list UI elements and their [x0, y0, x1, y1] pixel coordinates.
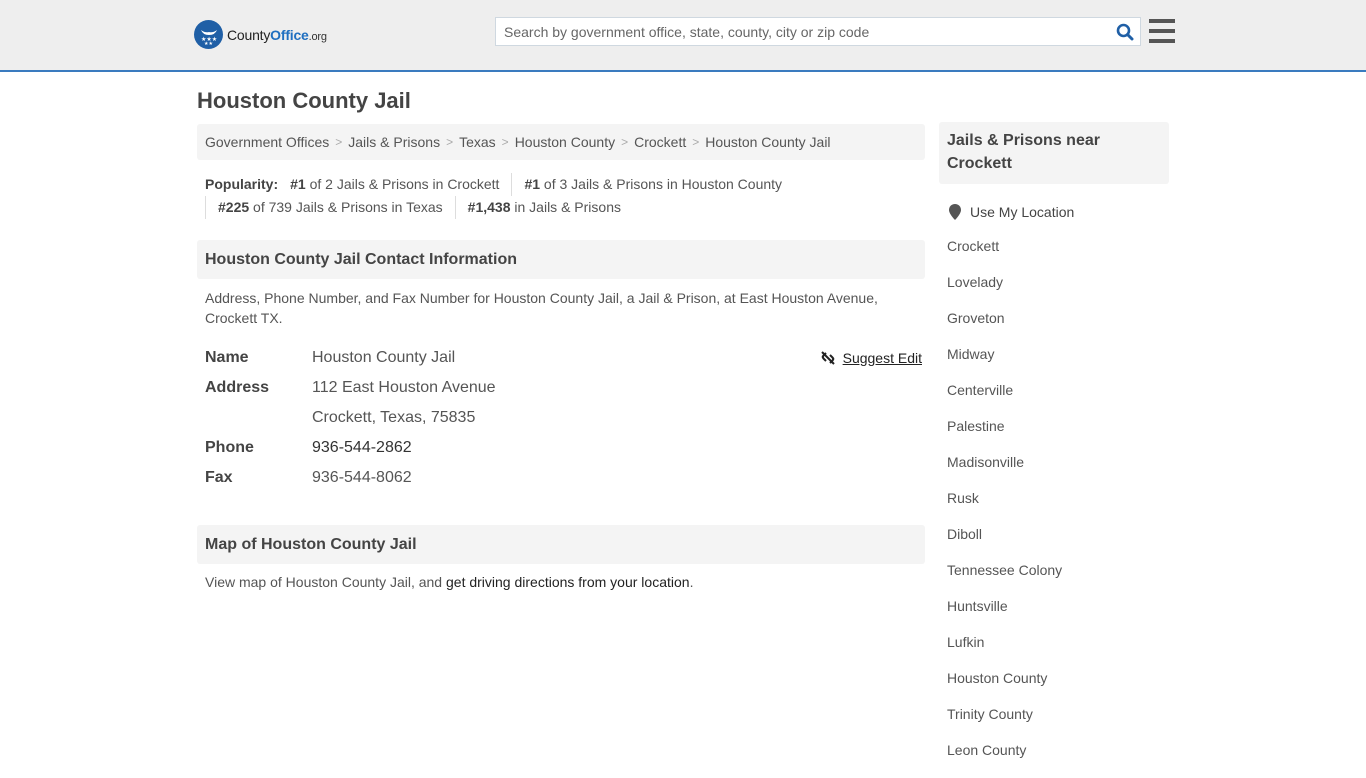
breadcrumb-crockett[interactable]: Crockett [634, 134, 686, 150]
popularity-label: Popularity: [205, 176, 279, 192]
phone-label: Phone [205, 439, 254, 456]
contact-heading: Houston County Jail Contact Information [197, 240, 925, 279]
search-button[interactable] [1110, 18, 1140, 45]
eagle-icon: ★★★ ★★ [194, 20, 223, 49]
nearby-item: Tennessee Colony [947, 562, 1169, 598]
nearby-item: Palestine [947, 418, 1169, 454]
main-content: Government Offices > Jails & Prisons > T… [197, 124, 925, 590]
breadcrumb-separator-icon: > [501, 135, 509, 149]
address-label: Address [205, 379, 270, 396]
address-line2: Crockett, Texas, 75835 [312, 409, 476, 426]
nearby-item: Leon County [947, 742, 1169, 778]
svg-text:★★: ★★ [204, 41, 213, 46]
nearby-link-groveton[interactable]: Groveton [947, 310, 1005, 326]
nearby-link-madisonville[interactable]: Madisonville [947, 454, 1024, 470]
nearby-item: Diboll [947, 526, 1169, 562]
contact-description: Address, Phone Number, and Fax Number fo… [205, 290, 878, 326]
nearby-item: Lufkin [947, 634, 1169, 670]
map-heading: Map of Houston County Jail [197, 525, 925, 564]
nearby-link-leon-county[interactable]: Leon County [947, 742, 1026, 758]
nearby-link-rusk[interactable]: Rusk [947, 490, 979, 506]
hamburger-menu-icon[interactable] [1149, 19, 1175, 43]
sidebar-heading: Jails & Prisons near Crockett [939, 122, 1169, 184]
address-line1: 112 East Houston Avenue [312, 379, 496, 396]
logo-text: CountyOffice.org [227, 26, 327, 43]
nearby-link-crockett[interactable]: Crockett [947, 238, 999, 254]
phone-link[interactable]: 936-544-2862 [312, 439, 412, 456]
popularity: Popularity: #1 of 2 Jails & Prisons in C… [197, 173, 925, 219]
broken-link-icon [820, 351, 835, 365]
info-row-fax: Fax 936-544-8062 [205, 463, 925, 493]
suggest-edit-label: Suggest Edit [842, 350, 922, 366]
suggest-edit-link[interactable]: Suggest Edit [820, 343, 922, 373]
nearby-link-centerville[interactable]: Centerville [947, 382, 1013, 398]
breadcrumb-separator-icon: > [621, 135, 629, 149]
info-row-address-2: Crockett, Texas, 75835 [205, 403, 925, 433]
map-pin-icon [949, 204, 961, 220]
breadcrumb-separator-icon: > [335, 135, 343, 149]
popularity-item: #1 of 3 Jails & Prisons in Houston Count… [511, 173, 794, 196]
info-row-address: Address 112 East Houston Avenue [205, 373, 925, 403]
nearby-item: Midway [947, 346, 1169, 382]
sidebar: Jails & Prisons near Crockett Use My Loc… [939, 122, 1169, 778]
name-label: Name [205, 349, 249, 366]
nearby-link-diboll[interactable]: Diboll [947, 526, 982, 542]
contact-info: Suggest Edit Name Houston County Jail Ad… [197, 343, 925, 493]
breadcrumb-jails-prisons[interactable]: Jails & Prisons [348, 134, 440, 150]
nearby-item: Rusk [947, 490, 1169, 526]
nearby-link-tennessee-colony[interactable]: Tennessee Colony [947, 562, 1062, 578]
nearby-link-midway[interactable]: Midway [947, 346, 994, 362]
nearby-item: Centerville [947, 382, 1169, 418]
site-logo[interactable]: ★★★ ★★ CountyOffice.org [194, 20, 327, 49]
fax-value: 936-544-8062 [312, 469, 412, 486]
nearby-item: Huntsville [947, 598, 1169, 634]
name-value: Houston County Jail [312, 349, 456, 366]
driving-directions-link[interactable]: get driving directions from your locatio… [446, 574, 690, 590]
nearby-list: Crockett Lovelady Groveton Midway Center… [939, 238, 1169, 778]
nearby-item: Lovelady [947, 274, 1169, 310]
breadcrumb-current: Houston County Jail [705, 134, 831, 150]
breadcrumb: Government Offices > Jails & Prisons > T… [197, 124, 925, 160]
nearby-link-huntsville[interactable]: Huntsville [947, 598, 1008, 614]
use-my-location-link[interactable]: Use My Location [970, 204, 1074, 220]
breadcrumb-separator-icon: > [446, 135, 454, 149]
fax-label: Fax [205, 469, 233, 486]
nearby-link-houston-county[interactable]: Houston County [947, 670, 1047, 686]
nearby-item: Groveton [947, 310, 1169, 346]
popularity-item: #225 of 739 Jails & Prisons in Texas [205, 196, 455, 219]
nearby-item: Houston County [947, 670, 1169, 706]
breadcrumb-separator-icon: > [692, 135, 700, 149]
breadcrumb-government-offices[interactable]: Government Offices [205, 134, 329, 150]
map-description: View map of Houston County Jail, and get… [205, 574, 694, 590]
nearby-link-lufkin[interactable]: Lufkin [947, 634, 984, 650]
popularity-item: #1,438 in Jails & Prisons [454, 196, 633, 219]
page-title: Houston County Jail [197, 88, 411, 113]
nearby-item: Madisonville [947, 454, 1169, 490]
popularity-item: #1 of 2 Jails & Prisons in Crockett [290, 176, 500, 192]
breadcrumb-houston-county[interactable]: Houston County [515, 134, 615, 150]
search-bar [495, 17, 1141, 46]
breadcrumb-texas[interactable]: Texas [459, 134, 496, 150]
info-row-name: Name Houston County Jail [205, 343, 925, 373]
nearby-item: Crockett [947, 238, 1169, 274]
nearby-link-lovelady[interactable]: Lovelady [947, 274, 1003, 290]
nearby-link-palestine[interactable]: Palestine [947, 418, 1005, 434]
nearby-item: Trinity County [947, 706, 1169, 742]
use-my-location: Use My Location [939, 202, 1169, 222]
nearby-link-trinity-county[interactable]: Trinity County [947, 706, 1033, 722]
search-icon [1116, 23, 1134, 40]
top-bar: ★★★ ★★ CountyOffice.org [0, 0, 1366, 72]
info-row-phone: Phone 936-544-2862 [205, 433, 925, 463]
search-input[interactable] [496, 18, 1110, 45]
